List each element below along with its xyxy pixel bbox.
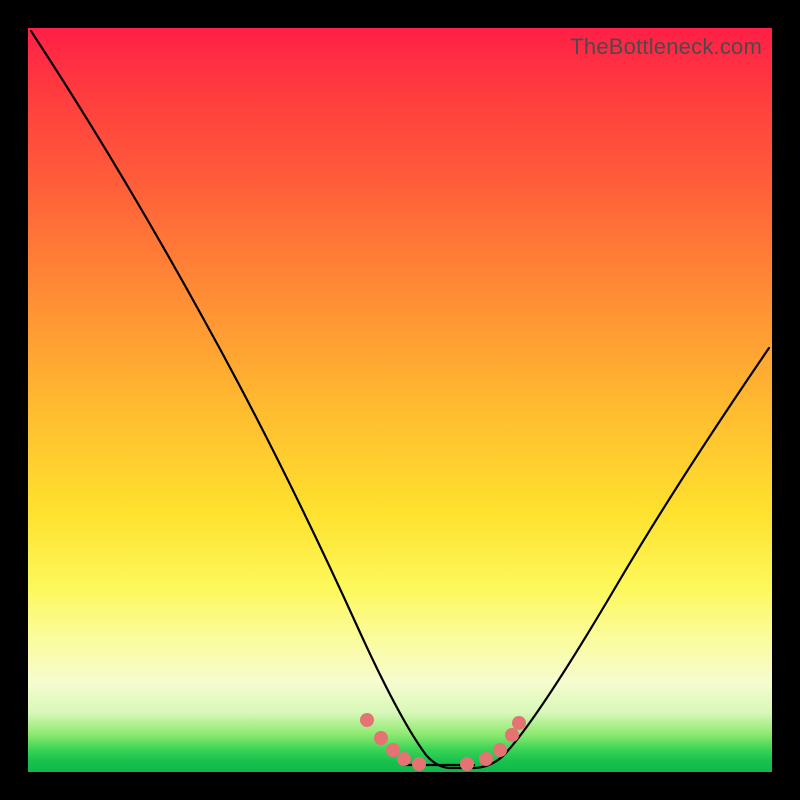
- marker-dot: [412, 757, 426, 771]
- marker-dot: [479, 752, 493, 766]
- chart-frame: TheBottleneck.com: [0, 0, 800, 800]
- marker-dot: [460, 757, 474, 771]
- chart-svg: [28, 28, 772, 772]
- marker-dot: [360, 713, 374, 727]
- marker-dot: [505, 728, 519, 742]
- marker-dot: [374, 731, 388, 745]
- bottleneck-curve: [31, 31, 769, 768]
- plot-area: TheBottleneck.com: [28, 28, 772, 772]
- marker-dot: [512, 716, 526, 730]
- marker-dot: [493, 743, 507, 757]
- marker-dot: [397, 752, 411, 766]
- marker-dot: [386, 743, 400, 757]
